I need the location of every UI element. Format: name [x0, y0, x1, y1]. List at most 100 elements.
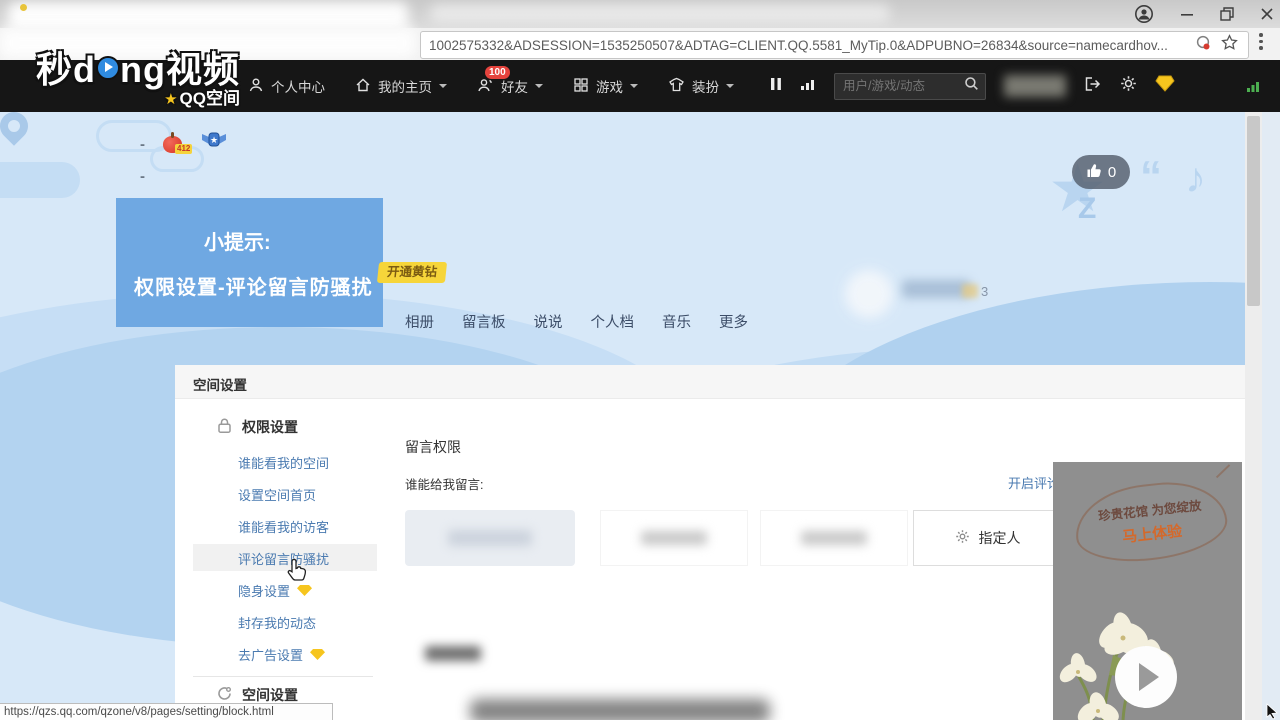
- tab-music[interactable]: 音乐: [662, 311, 691, 332]
- search-input[interactable]: [841, 78, 964, 94]
- nav-item-my-home[interactable]: 我的主页: [355, 76, 447, 96]
- option-card-blurred[interactable]: [760, 510, 908, 566]
- chevron-down-icon: [439, 84, 447, 92]
- nav-item-label: 好友: [501, 76, 528, 96]
- nav-item-dressup[interactable]: 装扮: [668, 76, 734, 96]
- watermark-text2: ng视频: [120, 49, 240, 90]
- play-icon: [96, 56, 120, 80]
- profile-icon[interactable]: [1134, 4, 1154, 24]
- blurred-video-watermark: [470, 699, 770, 720]
- tab-more[interactable]: 更多: [719, 311, 748, 332]
- browser-menu-icon[interactable]: [1259, 33, 1263, 53]
- person-icon: [248, 77, 264, 96]
- diamond-vip-icon[interactable]: [1155, 75, 1175, 97]
- sidebar-item-archive-feeds[interactable]: 封存我的动态: [238, 613, 316, 632]
- nav-item-label: 个人中心: [271, 76, 325, 96]
- play-button[interactable]: [1115, 646, 1177, 708]
- blurred-option-text: [801, 531, 867, 545]
- location-pin-icon: [0, 112, 34, 146]
- music-note-decoration: ♪: [1185, 154, 1206, 202]
- blurred-level-icon: [962, 284, 978, 298]
- browser-status-bar: https://qzs.qq.com/qzone/v8/pages/settin…: [0, 703, 333, 720]
- blurred-option-text: [641, 531, 707, 545]
- video-watermark-logo: 秒dng视频 ★QQ空间: [36, 52, 240, 107]
- close-icon[interactable]: [1260, 7, 1274, 21]
- network-signal-icon: [1246, 80, 1260, 98]
- sidebar-item-homepage-setting[interactable]: 设置空间首页: [238, 485, 316, 504]
- cloud-icon: [0, 162, 80, 198]
- flower-ad-overlay[interactable]: 珍贵花馆 为您绽放 马上体验: [1053, 462, 1242, 720]
- status-url-text: https://qzs.qq.com/qzone/v8/pages/settin…: [0, 706, 274, 718]
- ad-cta[interactable]: 马上体验: [1121, 520, 1183, 547]
- star-icon: ★: [164, 91, 177, 108]
- nav-item-label: 游戏: [596, 76, 623, 96]
- panel-header: 空间设置: [175, 365, 1245, 399]
- gear-icon[interactable]: [1120, 75, 1137, 97]
- tab-profile[interactable]: 个人档: [591, 311, 635, 332]
- tab-shuoshuo[interactable]: 说说: [534, 311, 563, 332]
- url-bar[interactable]: 1002575332&ADSESSION=1535250507&ADTAG=CL…: [420, 31, 1249, 59]
- letter-z-decoration: Z: [1078, 192, 1096, 226]
- section-label: 权限设置: [242, 417, 298, 437]
- open-yellow-diamond-button[interactable]: 开通黄钻: [377, 262, 447, 283]
- link-label: 隐身设置: [238, 581, 290, 600]
- svg-text:★: ★: [210, 135, 218, 145]
- option-card-blurred[interactable]: [600, 510, 748, 566]
- leaf-shape: 珍贵花馆 为您绽放 马上体验: [1071, 476, 1230, 567]
- sidebar-item-comment-anti-harassment[interactable]: 评论留言防骚扰: [238, 549, 329, 568]
- browser-tab-strip: [0, 0, 1280, 28]
- tab-favicon-dot: [20, 4, 27, 11]
- nav-item-games[interactable]: 游戏: [573, 76, 638, 96]
- mouse-arrow-cursor: [1266, 703, 1278, 720]
- sidebar-section-space-settings: 空间设置: [216, 685, 298, 705]
- thumbs-up-icon: [1086, 163, 1102, 182]
- option-card-selected-blurred[interactable]: [405, 510, 575, 566]
- home-icon: [355, 77, 371, 96]
- chevron-down-icon: [726, 84, 734, 92]
- blurred-username: [1004, 75, 1066, 97]
- scrollbar-thumb[interactable]: [1247, 116, 1260, 306]
- link-label: 设置空间首页: [238, 485, 316, 504]
- option-card-specified-person[interactable]: 指定人: [913, 510, 1062, 566]
- pause-icon[interactable]: [770, 77, 782, 96]
- logout-icon[interactable]: [1084, 76, 1102, 97]
- quote-decoration: “: [1140, 152, 1162, 202]
- level-digit: 3: [981, 284, 988, 299]
- chevron-down-icon: [630, 84, 638, 92]
- site-info-icon[interactable]: [1195, 35, 1211, 56]
- sidebar-item-who-can-see-visitors[interactable]: 谁能看我的访客: [238, 517, 329, 536]
- friends-count-badge: 100: [485, 66, 510, 79]
- friends-icon: [477, 77, 494, 96]
- music-bars-icon[interactable]: [800, 77, 816, 96]
- link-label: 去广告设置: [238, 645, 303, 664]
- tip-box: 小提示: 权限设置-评论留言防骚扰: [116, 198, 383, 327]
- lock-icon: [216, 417, 233, 437]
- content-title: 留言权限: [405, 437, 461, 457]
- nav-item-friends[interactable]: 100 好友: [477, 76, 543, 96]
- search-icon[interactable]: [964, 76, 979, 96]
- link-label: 封存我的动态: [238, 613, 316, 632]
- apple-level-badge: 412: [175, 144, 192, 154]
- like-counter[interactable]: 0: [1072, 155, 1130, 189]
- hand-cursor: [286, 557, 308, 588]
- search-box[interactable]: [834, 73, 986, 100]
- bookmark-star-icon[interactable]: [1221, 34, 1238, 56]
- screen: 1002575332&ADSESSION=1535250507&ADTAG=CL…: [0, 0, 1280, 720]
- sidebar-item-remove-ads[interactable]: 去广告设置: [238, 645, 325, 664]
- tip-title: 小提示:: [204, 226, 383, 255]
- restore-icon[interactable]: [1220, 7, 1234, 21]
- tab-message-board[interactable]: 留言板: [462, 311, 506, 332]
- specified-person-label: 指定人: [979, 528, 1021, 548]
- url-text[interactable]: 1002575332&ADSESSION=1535250507&ADTAG=CL…: [421, 38, 1195, 53]
- nav-item-label: 装扮: [692, 76, 719, 96]
- tip-text: 权限设置-评论留言防骚扰: [134, 271, 383, 300]
- dash-text: -: [140, 136, 145, 153]
- nav-item-personal-center[interactable]: 个人中心: [248, 76, 325, 96]
- link-label: 谁能看我的访客: [238, 517, 329, 536]
- sidebar-divider: [193, 676, 373, 677]
- tab-albums[interactable]: 相册: [405, 311, 434, 332]
- sidebar-item-who-can-see-space[interactable]: 谁能看我的空间: [238, 453, 329, 472]
- minimize-icon[interactable]: [1180, 7, 1194, 21]
- link-label: 谁能看我的空间: [238, 453, 329, 472]
- diamond-icon: [310, 649, 325, 660]
